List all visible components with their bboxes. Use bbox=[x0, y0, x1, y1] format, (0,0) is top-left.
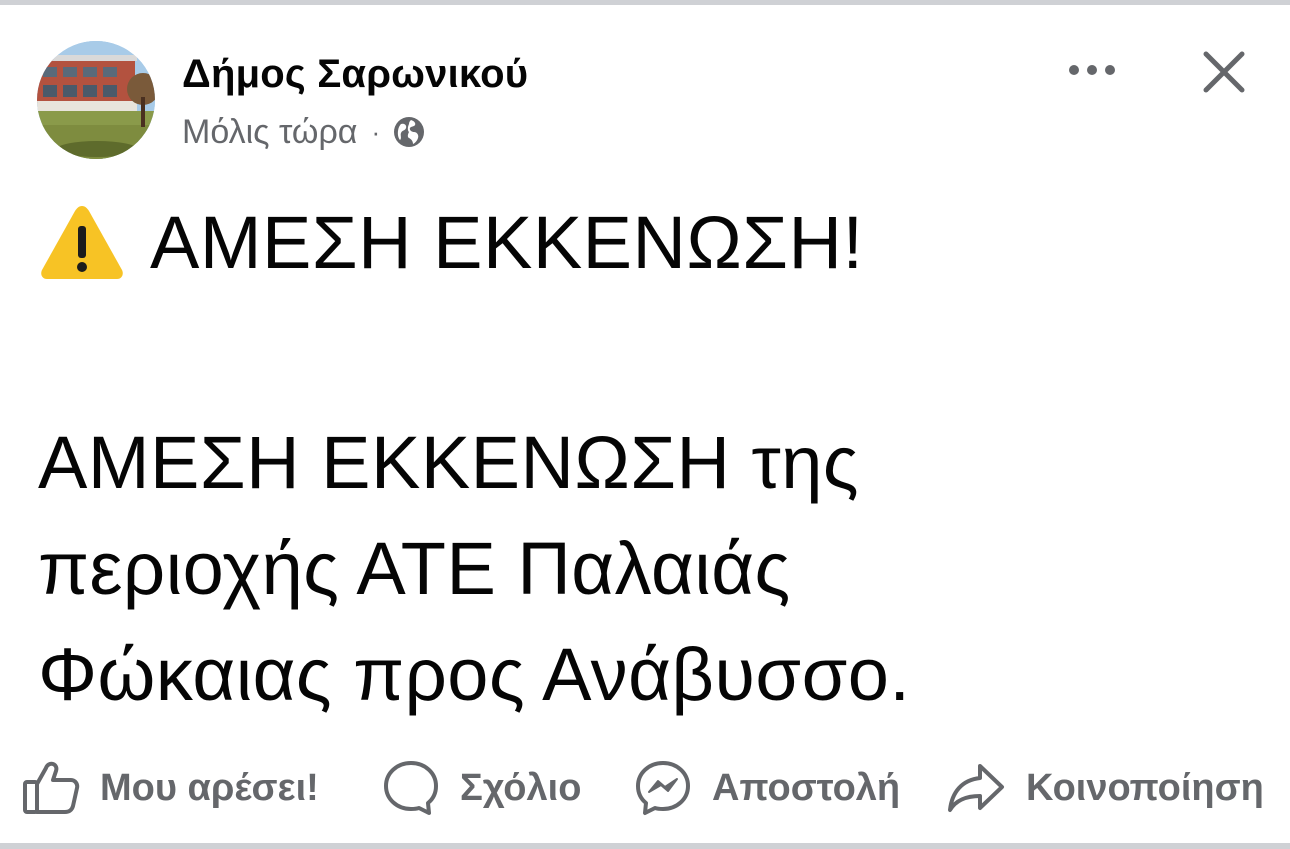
body-line: ΑΜΕΣΗ ΕΚΚΕΝΩΣΗ της bbox=[38, 421, 860, 504]
page-name[interactable]: Δήμος Σαρωνικού bbox=[182, 52, 528, 97]
thumbs-up-icon bbox=[23, 761, 80, 814]
meta-separator: · bbox=[371, 116, 381, 147]
like-label: Μου αρέσει! bbox=[100, 766, 319, 809]
post-actions-bar: Μου αρέσει! Σχόλιο Αποστολή Κοινοποίηση bbox=[0, 744, 1290, 832]
comment-button[interactable]: Σχόλιο bbox=[382, 744, 581, 832]
comment-label: Σχόλιο bbox=[460, 766, 582, 809]
warning-icon bbox=[38, 202, 126, 282]
share-button[interactable]: Κοινοποίηση bbox=[946, 744, 1264, 832]
post-meta: Μόλις τώρα · bbox=[182, 110, 426, 154]
body-line: Φώκαιας προς Ανάβυσσο. bbox=[38, 633, 911, 716]
avatar-image bbox=[37, 41, 155, 159]
more-options-icon bbox=[1069, 65, 1115, 75]
messenger-icon bbox=[636, 761, 690, 815]
close-button[interactable] bbox=[1196, 44, 1252, 100]
headline-text: ΑΜΕΣΗ ΕΚΚΕΝΩΣΗ! bbox=[150, 200, 864, 284]
globe-icon[interactable] bbox=[392, 115, 426, 149]
comment-icon bbox=[384, 761, 438, 815]
avatar[interactable] bbox=[37, 41, 155, 159]
post-timestamp[interactable]: Μόλις τώρα bbox=[182, 113, 357, 152]
post-body: ΑΜΕΣΗ ΕΚΚΕΝΩΣΗ της περιοχής ΑΤΕ Παλαιάς … bbox=[38, 410, 1258, 728]
share-label: Κοινοποίηση bbox=[1026, 766, 1264, 809]
close-icon bbox=[1203, 51, 1245, 93]
send-label: Αποστολή bbox=[712, 766, 901, 809]
body-line: περιοχής ΑΤΕ Παλαιάς bbox=[38, 527, 791, 610]
facebook-post-card: Δήμος Σαρωνικού Μόλις τώρα · ΑΜΕΣΗ ΕΚΚΕΝ… bbox=[0, 0, 1290, 849]
bottom-divider bbox=[0, 843, 1290, 849]
like-button[interactable]: Μου αρέσει! bbox=[22, 744, 319, 832]
share-icon bbox=[948, 764, 1004, 812]
top-divider bbox=[0, 0, 1290, 5]
more-options-button[interactable] bbox=[1062, 50, 1122, 90]
send-button[interactable]: Αποστολή bbox=[634, 744, 900, 832]
post-headline: ΑΜΕΣΗ ΕΚΚΕΝΩΣΗ! bbox=[38, 196, 864, 288]
